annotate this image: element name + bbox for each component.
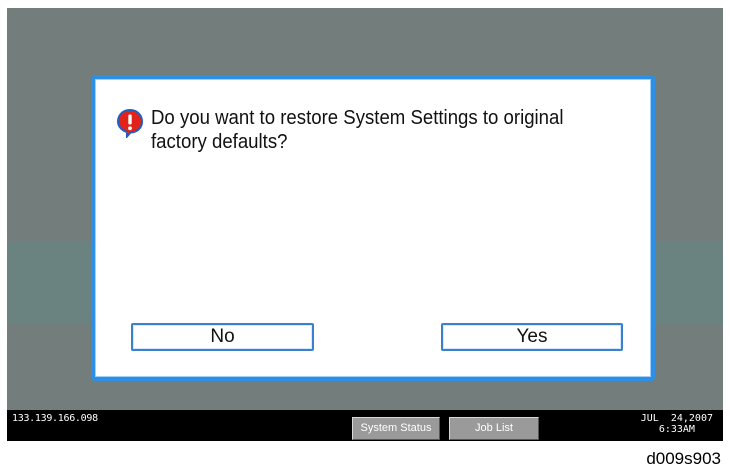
time-text: 6:33AM: [658, 424, 695, 435]
dialog-message: Do you want to restore System Settings t…: [151, 107, 564, 153]
date-time-display: JUL 24,2007 6:33AM: [641, 413, 713, 435]
system-status-button[interactable]: System Status: [352, 417, 440, 440]
figure-caption: d009s903: [646, 449, 721, 468]
touch-panel-screen: Do you want to restore System Settings t…: [7, 8, 723, 441]
ip-address: 133.139.166.098: [12, 413, 98, 424]
date-text: JUL 24,2007: [640, 413, 713, 424]
exclamation-bubble-icon: [116, 108, 144, 140]
status-bar: 133.139.166.098 System Status Job List J…: [7, 410, 723, 441]
yes-button[interactable]: Yes: [441, 323, 623, 351]
confirm-restore-dialog: Do you want to restore System Settings t…: [91, 75, 655, 381]
job-list-button[interactable]: Job List: [449, 417, 539, 440]
no-button[interactable]: No: [131, 323, 314, 351]
